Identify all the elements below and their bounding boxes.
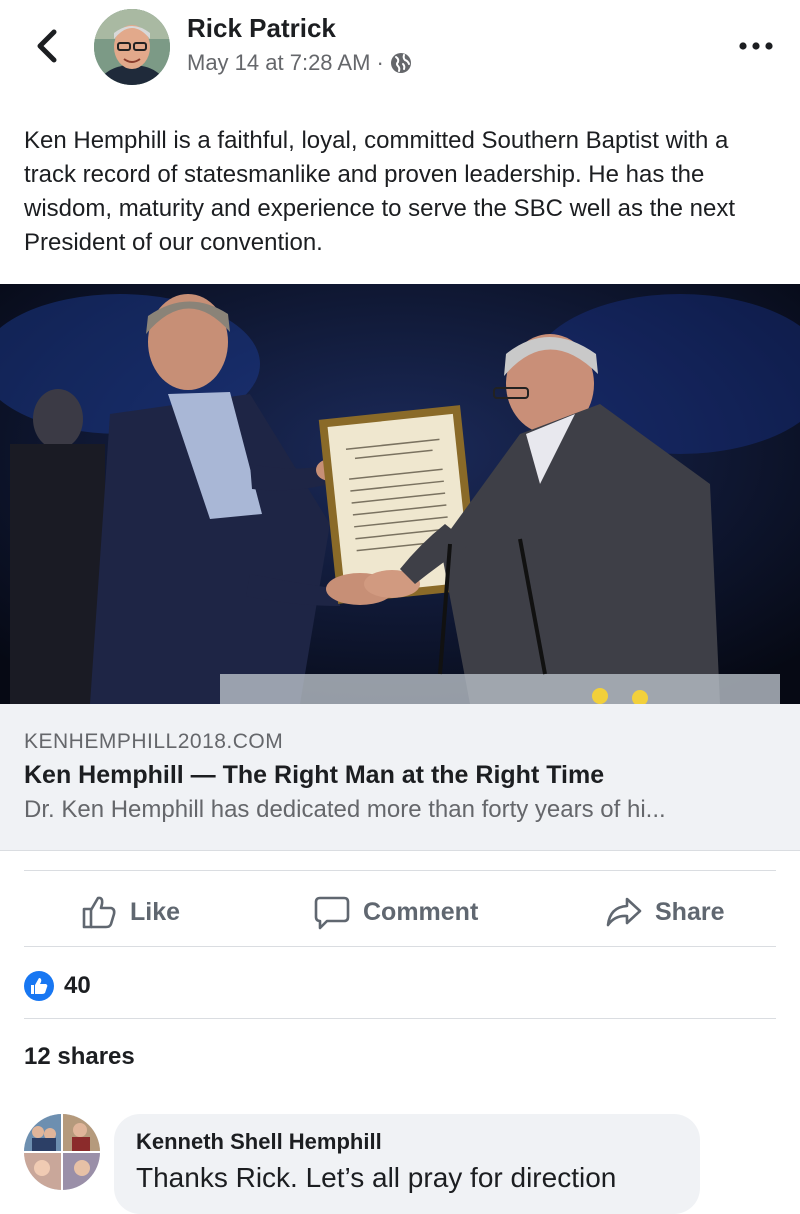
author-avatar[interactable] [94,9,170,85]
meta-separator: · [376,50,384,75]
author-name[interactable]: Rick Patrick [187,13,336,44]
post-meta: May 14 at 7:28 AM · [187,50,412,76]
chevron-left-icon [37,29,57,63]
link-title[interactable]: Ken Hemphill — The Right Man at the Righ… [24,761,604,790]
like-label: Like [130,897,181,926]
divider [24,1018,776,1019]
more-horizontal-icon [739,42,773,50]
comment-author[interactable]: Kenneth Shell Hemphill [136,1129,382,1155]
comment-icon [314,896,350,930]
globe-icon [390,53,411,73]
like-button[interactable]: Like [80,890,180,934]
commenter-avatar[interactable] [24,1114,100,1190]
post-image[interactable] [0,284,800,704]
comment-button[interactable]: Comment [313,890,478,934]
thumbs-up-icon [24,971,54,1001]
post-text: Ken Hemphill is a faithful, loyal, commi… [24,127,735,256]
link-description: Dr. Ken Hemphill has dedicated more than… [24,796,666,823]
share-button[interactable]: Share [605,890,724,934]
share-icon [606,897,642,927]
post-timestamp[interactable]: May 14 at 7:28 AM [187,50,370,76]
share-label: Share [655,897,725,926]
reaction-count: 40 [64,972,91,999]
divider [24,946,776,947]
more-options-button[interactable] [736,36,776,56]
shares-count[interactable]: 12 shares [24,1043,135,1071]
back-button[interactable] [26,22,70,70]
link-domain: KENHEMPHILL2018.COM [24,730,284,753]
divider [24,870,776,871]
comment-label: Comment [363,897,479,926]
reaction-summary[interactable]: 40 [24,971,91,1001]
like-icon [82,896,116,929]
comment-text: Thanks Rick. Let’s all pray for directio… [136,1162,617,1193]
